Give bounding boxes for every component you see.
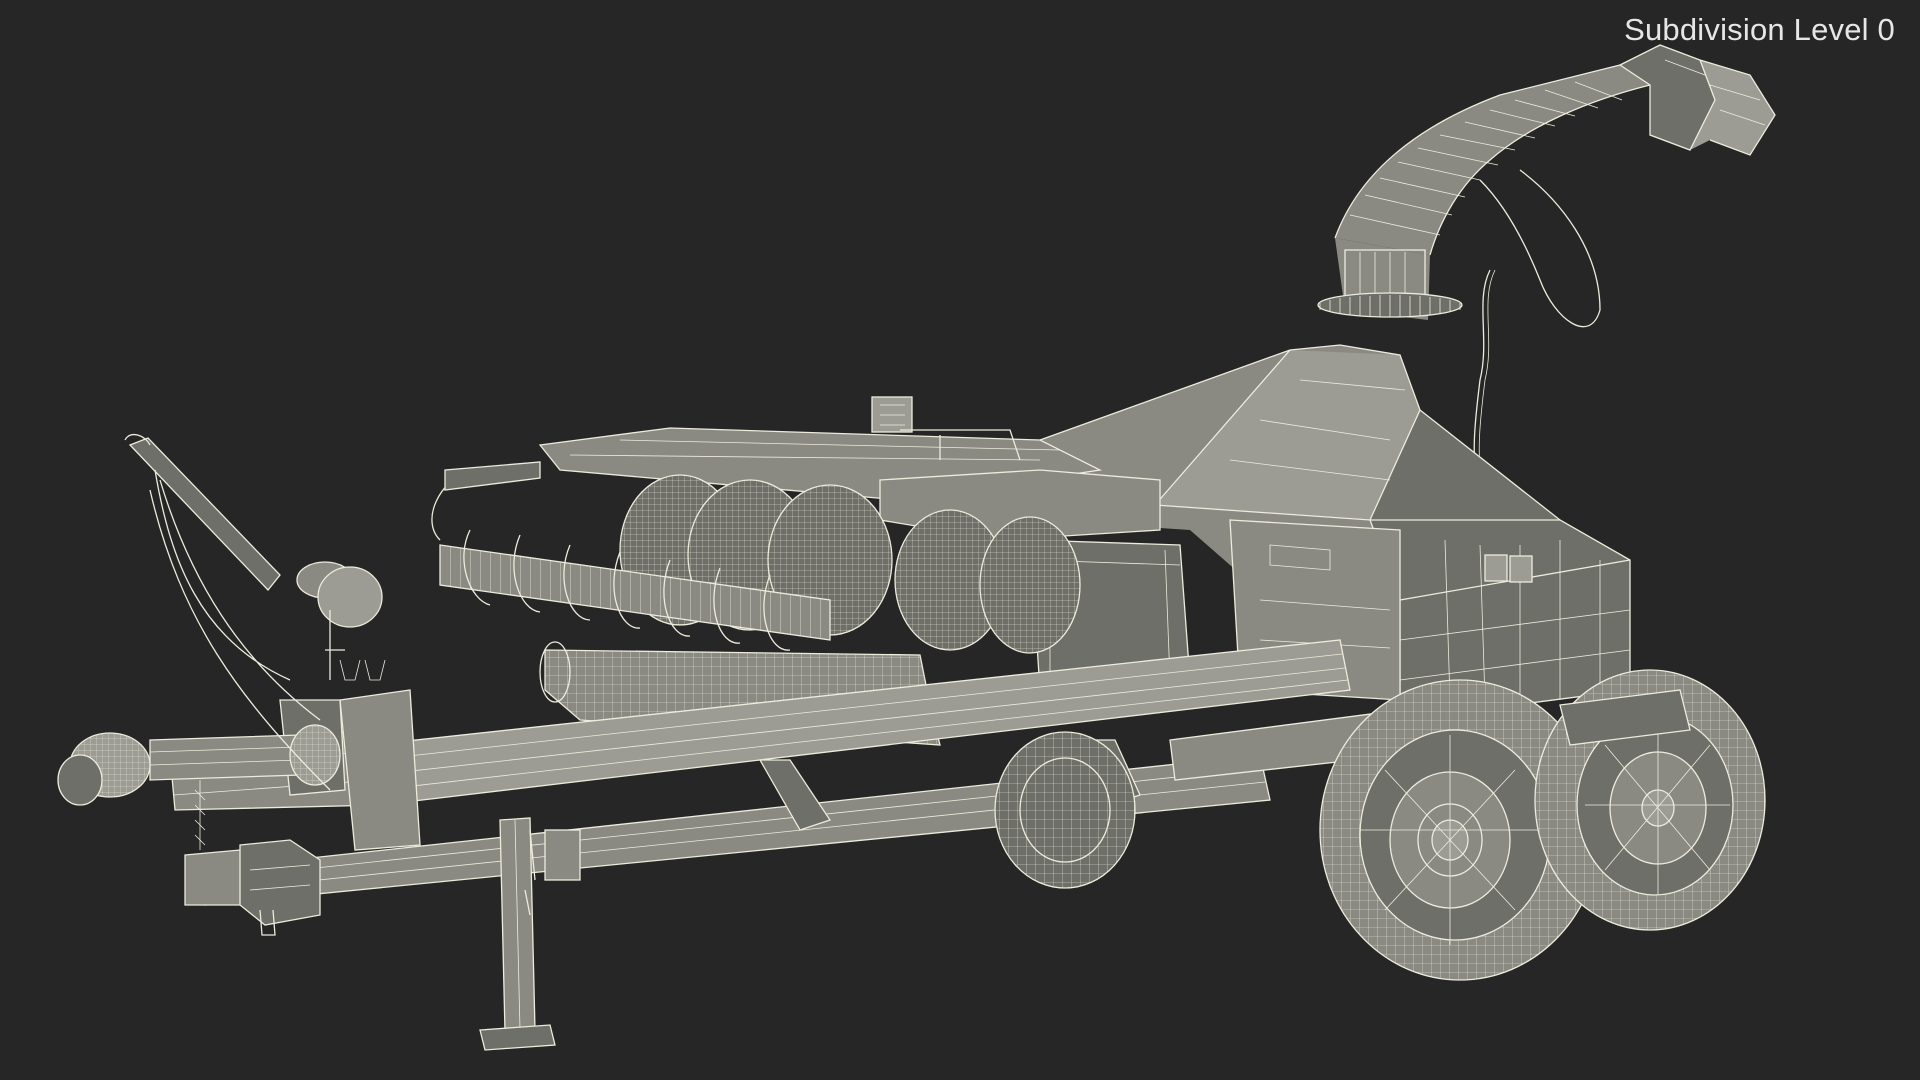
3d-viewport[interactable]: Subdivision Level 0 (0, 0, 1920, 1080)
wireframe-harvester-model (57, 44, 1776, 1051)
center-wheel (994, 731, 1136, 889)
hitch (184, 839, 321, 936)
